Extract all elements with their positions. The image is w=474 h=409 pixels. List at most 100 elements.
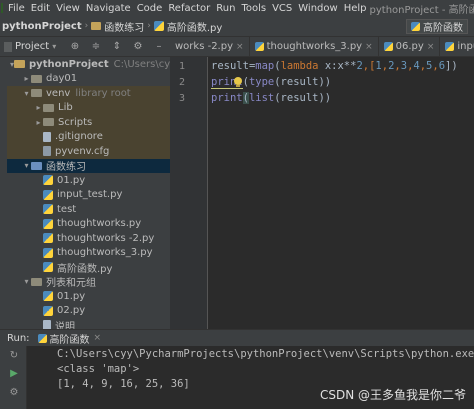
python-file-icon (43, 291, 53, 302)
tree-item-label: .gitignore (55, 131, 103, 143)
close-icon[interactable]: × (365, 42, 373, 52)
tree-item-label: 列表和元组 (46, 278, 96, 290)
menu-navigate[interactable]: Navigate (83, 3, 134, 14)
folder-icon (31, 277, 42, 286)
folder-icon (31, 89, 42, 98)
tree-item[interactable]: ▾pythonProjectC:\Users\cyy\Pycharm (7, 57, 170, 72)
chevron-right-icon[interactable]: ▸ (34, 103, 43, 112)
watermark: CSDN @王多鱼我是你二爷 (319, 388, 466, 402)
chevron-right-icon[interactable]: ▸ (34, 118, 43, 127)
tree-item-label: Lib (58, 102, 73, 114)
tree-item[interactable]: 说明 (7, 318, 170, 329)
tab-thoughtworks-3[interactable]: thoughtworks_3.py × (250, 37, 379, 56)
close-icon[interactable]: × (427, 42, 435, 52)
wrench-icon[interactable]: ⚙ (8, 386, 20, 398)
menu-refactor[interactable]: Refactor (165, 3, 213, 14)
tree-item[interactable]: ▸ day01 (7, 72, 170, 87)
tree-item-label: 02.py (57, 305, 86, 317)
rerun-icon[interactable]: ↻ (8, 349, 20, 361)
tree-item[interactable]: 01.py (7, 173, 170, 188)
menu-help[interactable]: Help (341, 3, 370, 14)
python-file-icon (43, 262, 53, 273)
python-file-icon (43, 305, 53, 316)
menu-file[interactable]: File (5, 3, 28, 14)
tree-item[interactable]: .gitignore (7, 129, 170, 144)
chevron-down-icon[interactable]: ▾ (22, 89, 31, 98)
folder-icon (91, 22, 102, 30)
run-tab[interactable]: 高阶函数 (50, 331, 90, 346)
tree-item-label: thoughtworks -2.py (57, 232, 155, 244)
tree-item-label: 说明 (55, 321, 75, 329)
intention-bulb-icon[interactable] (233, 77, 243, 88)
collapse-all-icon[interactable]: ≑ (89, 40, 103, 54)
tree-item-label: 高阶函数.py (57, 263, 113, 275)
tree-item-path: library root (75, 87, 131, 99)
project-view-icon (4, 41, 12, 52)
tree-item[interactable]: thoughtworks.py (7, 217, 170, 232)
menu-tools[interactable]: Tools (238, 3, 269, 14)
tree-item[interactable]: test (7, 202, 170, 217)
console-line: C:\Users\cyy\PycharmProjects\pythonProje… (57, 348, 474, 360)
breadcrumb-separator-icon: › (147, 21, 151, 31)
chevron-down-icon[interactable]: ▾ (22, 277, 31, 286)
menu-vcs[interactable]: VCS (269, 3, 295, 14)
expand-all-icon[interactable]: ⇕ (110, 40, 124, 54)
python-file-icon (445, 42, 455, 51)
breadcrumb-folder[interactable]: 函数练习 (104, 19, 144, 34)
run-panel-label: Run: (7, 332, 30, 344)
tab-06[interactable]: 06.py × (379, 37, 441, 56)
breadcrumb-separator-icon: › (84, 21, 89, 31)
line-number: 1 (178, 61, 185, 72)
tree-item[interactable]: ▸ Scripts (7, 115, 170, 130)
editor-gutter: 1 2 3 (170, 57, 208, 329)
close-icon[interactable]: × (94, 333, 102, 343)
code-line-3: print(list(result)) (211, 92, 332, 104)
tree-item[interactable]: 高阶函数.py (7, 260, 170, 275)
run-panel-header: Run: 高阶函数 × (0, 329, 474, 346)
tree-item[interactable]: pyvenv.cfg (7, 144, 170, 159)
tree-item[interactable]: ▾ 函数练习 (7, 158, 170, 173)
menu-run[interactable]: Run (213, 3, 238, 14)
close-icon[interactable]: × (236, 42, 244, 52)
menu-code[interactable]: Code (134, 3, 166, 14)
project-tree[interactable]: ▾ pythonProject C:\Users\cyy\Pycharm ▸ day01… (7, 57, 170, 329)
hide-panel-icon[interactable]: – (152, 40, 166, 54)
breadcrumb-file[interactable]: 高阶函数.py (167, 19, 222, 34)
menu-window[interactable]: Window (295, 3, 340, 14)
tree-item[interactable]: thoughtworks -2.py (7, 231, 170, 246)
python-file-icon (43, 233, 53, 244)
tree-item[interactable]: ▾ 列表和元组 (7, 275, 170, 290)
console-line: <class 'map'> (57, 363, 140, 375)
tree-item[interactable]: input_test.py (7, 188, 170, 203)
folder-icon (31, 161, 42, 170)
chevron-down-icon[interactable]: ▾ (52, 42, 56, 51)
tree-item[interactable]: thoughtworks_3.py (7, 246, 170, 261)
tree-item[interactable]: ▸ Lib (7, 100, 170, 115)
window-title: pythonProject - 高阶函数.py (369, 4, 474, 16)
locate-file-icon[interactable]: ⊕ (68, 40, 82, 54)
tab-thoughtworks-2[interactable]: works -2.py × (170, 37, 250, 56)
tree-item[interactable]: 02.py (7, 304, 170, 319)
menu-view[interactable]: View (53, 3, 83, 14)
tab-input-test[interactable]: input_test.py (440, 37, 474, 56)
breadcrumb-project[interactable]: pythonProject (2, 21, 82, 32)
chevron-down-icon[interactable]: ▾ (22, 161, 31, 170)
project-view-select[interactable]: Project (15, 41, 49, 52)
tree-item-label: pyvenv.cfg (55, 145, 110, 157)
tree-item[interactable]: ▾ venv library root (7, 86, 170, 101)
breadcrumb: pythonProject › 函数练习 › 高阶函数.py 高阶函数 (0, 16, 474, 37)
python-file-icon (153, 21, 164, 31)
run-icon[interactable]: ▶ (8, 367, 20, 379)
gear-icon[interactable]: ⚙ (131, 40, 145, 54)
tree-item[interactable]: 01.py (7, 289, 170, 304)
tool-window-stripe (0, 57, 7, 329)
tree-item-label: day01 (46, 73, 78, 85)
run-configuration-select[interactable]: 高阶函数 (406, 19, 468, 34)
tree-item-label: 01.py (57, 290, 86, 302)
code-editor[interactable]: result=map(lambda x:x**2,[1,2,3,4,5,6]) … (208, 57, 474, 329)
python-file-icon (383, 42, 393, 51)
chevron-right-icon[interactable]: ▸ (22, 74, 31, 83)
menu-edit[interactable]: Edit (28, 3, 53, 14)
tree-item-label: thoughtworks.py (57, 218, 142, 230)
text-file-icon (43, 131, 51, 142)
